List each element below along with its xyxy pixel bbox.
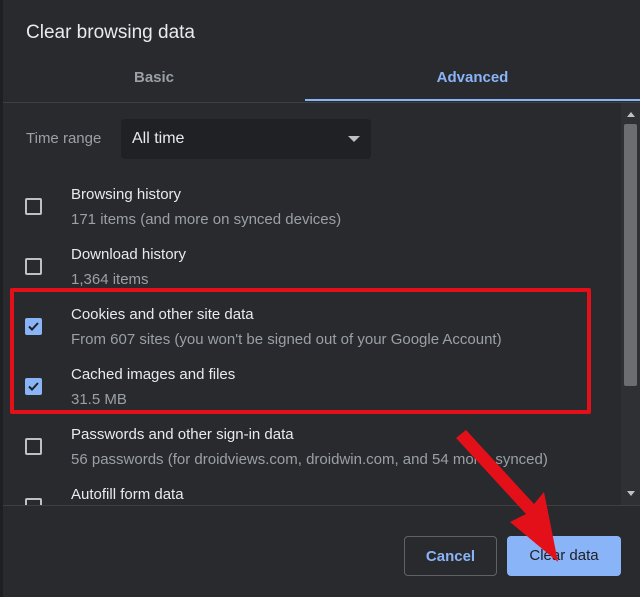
item-title: Download history [71,246,187,263]
scrollbar[interactable] [621,103,640,505]
checkbox-browsing-history[interactable] [25,198,42,215]
time-range-value: All time [132,130,185,147]
clear-data-button[interactable]: Clear data [507,536,621,576]
active-tab-indicator [305,99,640,101]
tab-bar: Basic Advanced [3,60,640,103]
item-description: 1,364 items [71,271,149,288]
checkbox-autofill[interactable] [25,498,42,505]
scroll-up-icon[interactable] [627,112,635,117]
scroll-down-icon[interactable] [627,491,635,496]
item-browsing-history[interactable]: Browsing history 171 items (and more on … [3,175,620,235]
item-passwords[interactable]: Passwords and other sign-in data 56 pass… [3,415,620,475]
item-title: Browsing history [71,186,182,203]
item-autofill[interactable]: Autofill form data [3,475,620,505]
tab-basic[interactable]: Basic [3,60,305,100]
footer-divider [3,505,640,506]
item-description: 56 passwords (for droidviews.com, droidw… [71,451,548,468]
time-range-select[interactable]: All time [121,119,371,159]
chevron-down-icon [348,136,360,142]
item-description: 171 items (and more on synced devices) [71,211,342,228]
item-title: Autofill form data [71,486,184,503]
checkbox-passwords[interactable] [25,438,42,455]
item-download-history[interactable]: Download history 1,364 items [3,235,620,295]
dialog-title: Clear browsing data [26,22,195,43]
checkbox-download-history[interactable] [25,258,42,275]
scrollbar-thumb[interactable] [624,124,637,386]
highlight-annotation-box [10,288,591,414]
time-range-label: Time range [26,130,102,147]
tab-advanced[interactable]: Advanced [305,60,640,100]
item-title: Passwords and other sign-in data [71,426,294,443]
cancel-button[interactable]: Cancel [404,536,497,576]
